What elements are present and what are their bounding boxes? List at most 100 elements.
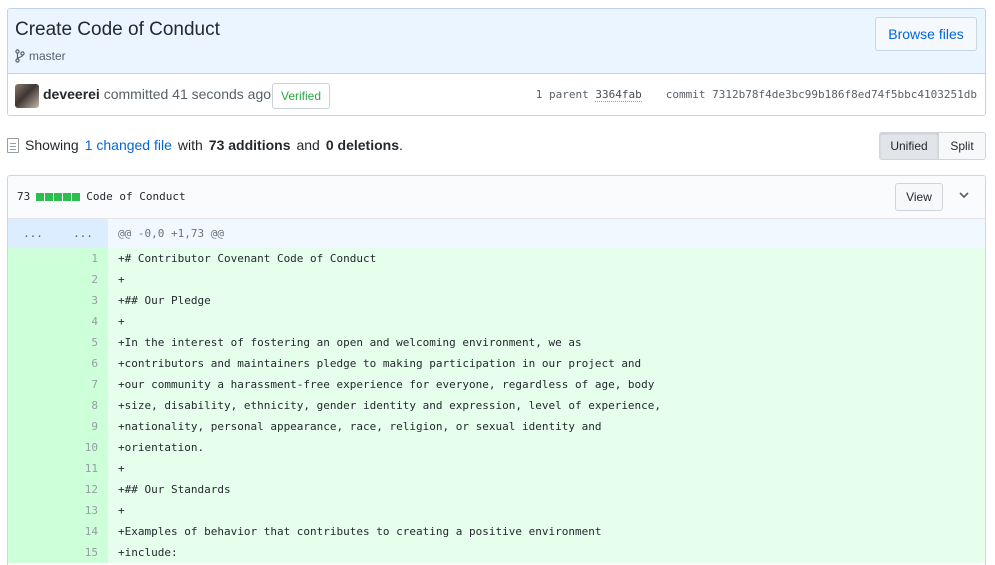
- old-line-number[interactable]: [8, 479, 58, 500]
- parent-info: 1 parent 3364fab: [535, 88, 642, 102]
- view-file-button[interactable]: View: [895, 183, 943, 211]
- new-line-number[interactable]: 11: [58, 458, 108, 479]
- diff-summary: Showing 1 changed file with 73 additions…: [7, 137, 403, 153]
- new-line-number[interactable]: 10: [58, 437, 108, 458]
- new-line-number[interactable]: 6: [58, 353, 108, 374]
- chevron-down-icon[interactable]: [957, 188, 971, 202]
- diff-line: 9 +nationality, personal appearance, race…: [8, 416, 985, 437]
- avatar[interactable]: [15, 84, 39, 108]
- line-code: +: [108, 269, 985, 290]
- old-line-number[interactable]: [8, 353, 58, 374]
- diff-lines: 1 +# Contributor Covenant Code of Conduct…: [8, 248, 985, 563]
- branch-indicator[interactable]: master: [15, 49, 66, 63]
- file-diff: 73 Code of Conduct View ... ... @@ -0,0 …: [7, 175, 986, 565]
- diff-line: 3 +## Our Pledge: [8, 290, 985, 311]
- new-line-number[interactable]: 13: [58, 500, 108, 521]
- diff-line: 7 +our community a harassment-free experi…: [8, 374, 985, 395]
- file-name[interactable]: Code of Conduct: [86, 190, 185, 203]
- commit-box: Create Code of Conduct master Browse fil…: [7, 8, 986, 116]
- line-code: +: [108, 500, 985, 521]
- commit-title: Create Code of Conduct: [15, 19, 220, 40]
- branch-name: master: [29, 49, 66, 63]
- new-line-number[interactable]: 2: [58, 269, 108, 290]
- toc-bar: Showing 1 changed file with 73 additions…: [7, 132, 986, 162]
- unified-button[interactable]: Unified: [879, 132, 939, 160]
- line-code: +nationality, personal appearance, race,…: [108, 416, 985, 437]
- diff-line: 8 +size, disability, ethnicity, gender id…: [8, 395, 985, 416]
- file-stat: 73 Code of Conduct: [17, 190, 186, 203]
- parent-sha-link[interactable]: 3364fab: [595, 88, 642, 102]
- new-line-number[interactable]: 15: [58, 542, 108, 563]
- diff-line: 6 +contributors and maintainers pledge to…: [8, 353, 985, 374]
- diff-line: 1 +# Contributor Covenant Code of Conduct: [8, 248, 985, 269]
- new-line-number[interactable]: 4: [58, 311, 108, 332]
- line-code: +Examples of behavior that contributes t…: [108, 521, 985, 542]
- additions-count: 73 additions: [208, 137, 291, 153]
- diff-line: 10 +orientation.: [8, 437, 985, 458]
- new-line-number[interactable]: 5: [58, 332, 108, 353]
- hunk-expand-left[interactable]: ...: [8, 219, 58, 248]
- verified-badge[interactable]: Verified: [272, 83, 331, 109]
- commit-label: commit: [665, 88, 706, 101]
- old-line-number[interactable]: [8, 332, 58, 353]
- old-line-number[interactable]: [8, 395, 58, 416]
- line-code: +# Contributor Covenant Code of Conduct: [108, 248, 985, 269]
- commit-meta: deveerei committed 41 seconds ago Verifi…: [8, 74, 985, 115]
- new-line-number[interactable]: 3: [58, 290, 108, 311]
- diff-line: 11 +: [8, 458, 985, 479]
- commit-header: Create Code of Conduct master Browse fil…: [8, 9, 985, 74]
- new-line-number[interactable]: 9: [58, 416, 108, 437]
- with-label: with: [177, 137, 203, 153]
- commit-sha: 7312b78f4de3bc99b186f8ed74f5bbc4103251db: [712, 88, 977, 101]
- showing-label: Showing: [25, 137, 79, 153]
- split-button[interactable]: Split: [939, 132, 986, 160]
- diff-stat-count: 73: [17, 190, 31, 203]
- old-line-number[interactable]: [8, 290, 58, 311]
- old-line-number[interactable]: [8, 416, 58, 437]
- sha-block: 1 parent 3364fab commit 7312b78f4de3bc99…: [535, 88, 977, 102]
- new-line-number[interactable]: 12: [58, 479, 108, 500]
- new-line-number[interactable]: 8: [58, 395, 108, 416]
- new-line-number[interactable]: 7: [58, 374, 108, 395]
- commit-info: commit 7312b78f4de3bc99b186f8ed74f5bbc41…: [666, 88, 977, 101]
- old-line-number[interactable]: [8, 269, 58, 290]
- git-branch-icon: [15, 49, 25, 63]
- diff-line: 2 +: [8, 269, 985, 290]
- line-code: +## Our Pledge: [108, 290, 985, 311]
- old-line-number[interactable]: [8, 437, 58, 458]
- old-line-number[interactable]: [8, 521, 58, 542]
- new-line-number[interactable]: 1: [58, 248, 108, 269]
- hunk-range: @@ -0,0 +1,73 @@: [118, 227, 224, 240]
- line-code: +include:: [108, 542, 985, 563]
- diff-line: 13 +: [8, 500, 985, 521]
- hunk-header: ... ... @@ -0,0 +1,73 @@: [8, 219, 985, 248]
- old-line-number[interactable]: [8, 458, 58, 479]
- line-code: +size, disability, ethnicity, gender ide…: [108, 395, 985, 416]
- diff-line: 12 +## Our Standards: [8, 479, 985, 500]
- changed-files-link[interactable]: 1 changed file: [85, 137, 172, 153]
- line-code: +our community a harassment-free experie…: [108, 374, 985, 395]
- parent-label: 1 parent: [535, 88, 589, 101]
- old-line-number[interactable]: [8, 500, 58, 521]
- author-link[interactable]: deveerei: [43, 86, 100, 102]
- new-line-number[interactable]: 14: [58, 521, 108, 542]
- line-code: +: [108, 458, 985, 479]
- diff-view-toggle: Unified Split: [879, 132, 986, 160]
- hunk-expand-right[interactable]: ...: [58, 219, 108, 248]
- old-line-number[interactable]: [8, 542, 58, 563]
- old-line-number[interactable]: [8, 311, 58, 332]
- file-diff-icon[interactable]: [7, 137, 19, 153]
- line-code: +contributors and maintainers pledge to …: [108, 353, 985, 374]
- file-header: 73 Code of Conduct View: [8, 176, 985, 219]
- browse-files-button[interactable]: Browse files: [875, 17, 977, 51]
- old-line-number[interactable]: [8, 374, 58, 395]
- old-line-number[interactable]: [8, 248, 58, 269]
- diff-line: 4 +: [8, 311, 985, 332]
- deletions-count: 0 deletions: [325, 137, 399, 153]
- and-label: and: [296, 137, 320, 153]
- period: .: [398, 137, 403, 153]
- line-code: +In the interest of fostering an open an…: [108, 332, 985, 353]
- diff-stat-blocks: [36, 192, 81, 201]
- line-code: +orientation.: [108, 437, 985, 458]
- line-code: +: [108, 311, 985, 332]
